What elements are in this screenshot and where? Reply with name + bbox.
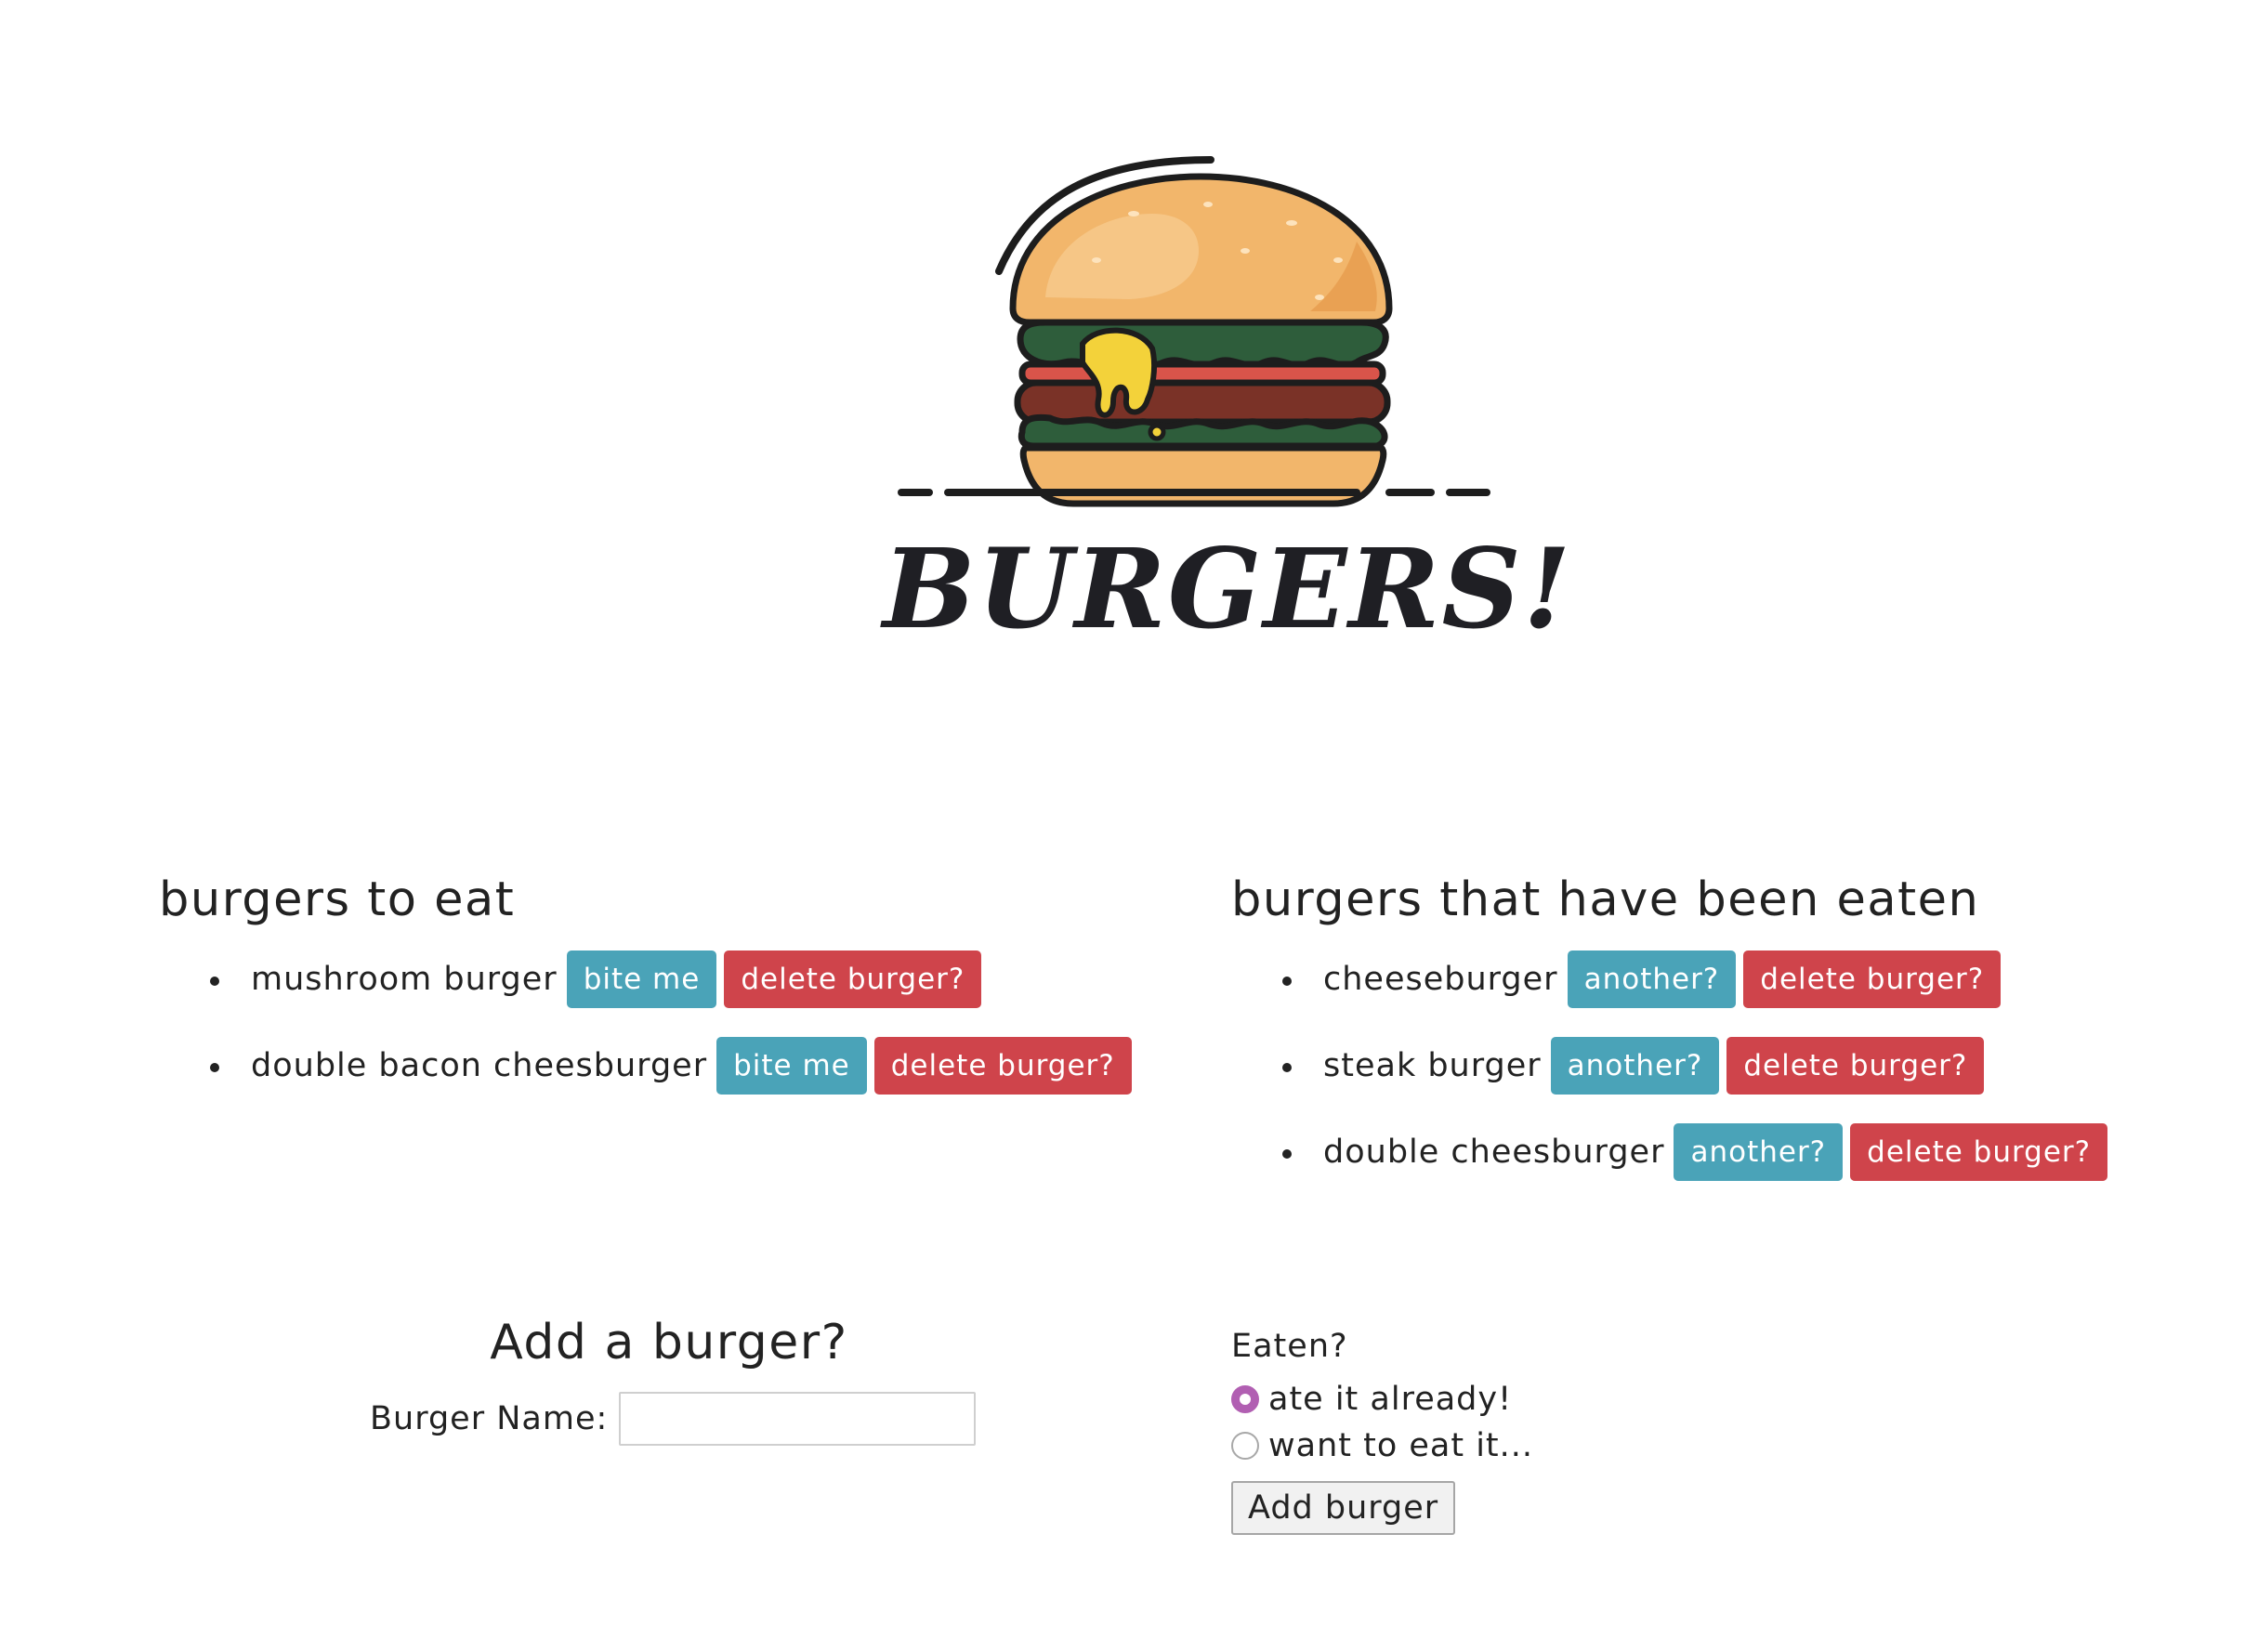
burger-name: double cheesburger	[1323, 1134, 1665, 1171]
eaten-section: burgers that have been eaten cheeseburge…	[1231, 872, 2216, 1209]
delete-burger-button[interactable]: delete burger?	[1743, 951, 2002, 1008]
page: BURGERS! burgers to eat mushroom burger …	[0, 0, 2245, 1652]
burger-name-label: Burger Name:	[370, 1400, 609, 1437]
list-item: double bacon cheesburger bite me delete …	[159, 1036, 1144, 1095]
add-burger-button[interactable]: Add burger	[1231, 1481, 1456, 1535]
list-item: steak burger another? delete burger?	[1231, 1036, 2216, 1095]
burger-name-row: Burger Name:	[370, 1392, 977, 1446]
eaten-label: Eaten?	[1231, 1328, 1348, 1365]
burger-name: cheeseburger	[1323, 961, 1558, 998]
another-button[interactable]: another?	[1550, 1037, 1720, 1095]
radio-label: want to eat it...	[1268, 1427, 1534, 1464]
list-item: cheeseburger another? delete burger?	[1231, 950, 2216, 1009]
bullet-icon	[1282, 1063, 1292, 1072]
burger-icon	[898, 156, 1490, 507]
bullet-icon	[210, 977, 219, 986]
burger-name: double bacon cheesburger	[251, 1047, 708, 1084]
bullet-icon	[1282, 1149, 1292, 1159]
burger-name-input[interactable]	[619, 1392, 977, 1446]
radio-option-want[interactable]: want to eat it...	[1231, 1423, 1533, 1468]
to-eat-list: mushroom burger bite me delete burger? d…	[159, 950, 1144, 1095]
radio-label: ate it already!	[1268, 1381, 1513, 1418]
bullet-icon	[210, 1063, 219, 1072]
delete-burger-button[interactable]: delete burger?	[1726, 1037, 1985, 1095]
burger-name: steak burger	[1323, 1047, 1542, 1084]
to-eat-section: burgers to eat mushroom burger bite me d…	[159, 872, 1144, 1122]
another-button[interactable]: another?	[1674, 1123, 1844, 1181]
radio-unchecked-icon[interactable]	[1231, 1432, 1259, 1460]
list-item: mushroom burger bite me delete burger?	[159, 950, 1144, 1009]
page-title: BURGERS!	[883, 524, 1573, 653]
eaten-options: Eaten? ate it already! want to eat it...…	[1231, 1323, 1533, 1535]
eaten-heading: burgers that have been eaten	[1231, 872, 1980, 927]
delete-burger-button[interactable]: delete burger?	[873, 1037, 1132, 1095]
to-eat-heading: burgers to eat	[159, 872, 516, 927]
add-burger-title: Add a burger?	[490, 1315, 848, 1370]
list-item: double cheesburger another? delete burge…	[1231, 1122, 2216, 1182]
radio-checked-icon[interactable]	[1231, 1385, 1259, 1413]
bullet-icon	[1282, 977, 1292, 986]
bite-me-button[interactable]: bite me	[566, 951, 717, 1008]
another-button[interactable]: another?	[1567, 951, 1737, 1008]
burger-name: mushroom burger	[251, 961, 558, 998]
delete-burger-button[interactable]: delete burger?	[724, 951, 982, 1008]
bite-me-button[interactable]: bite me	[716, 1037, 867, 1095]
burger-logo	[873, 139, 1524, 511]
eaten-list: cheeseburger another? delete burger? ste…	[1231, 950, 2216, 1182]
delete-burger-button[interactable]: delete burger?	[1850, 1123, 2108, 1181]
radio-option-ate[interactable]: ate it already!	[1231, 1377, 1533, 1422]
